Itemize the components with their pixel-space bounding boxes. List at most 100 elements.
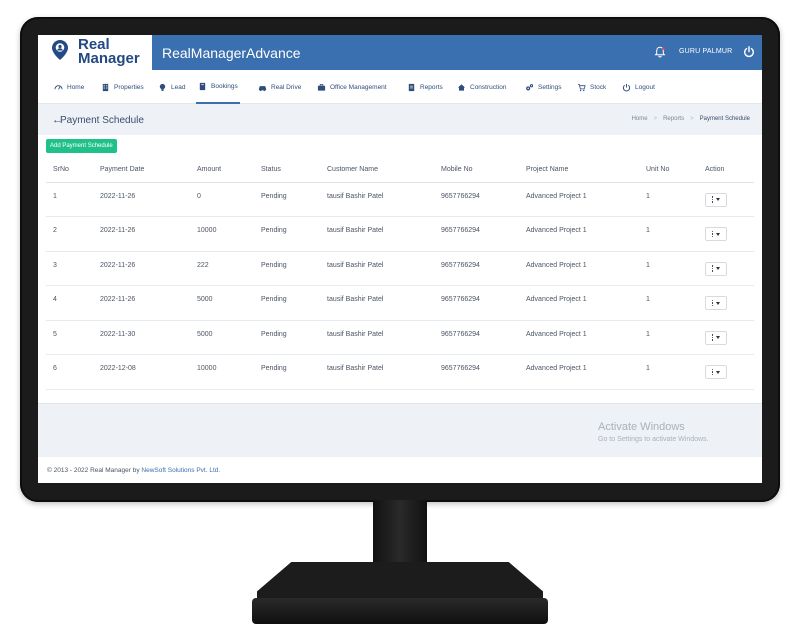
nav-item-properties[interactable]: Properties bbox=[99, 70, 146, 104]
copyright-label: © 2013 - 2022 Real Manager by bbox=[47, 467, 142, 474]
row-action-dropdown[interactable] bbox=[705, 227, 727, 241]
nav-item-logout[interactable]: Logout bbox=[620, 70, 657, 104]
cell-unit-no: 1 bbox=[639, 354, 698, 390]
home-icon bbox=[457, 83, 466, 91]
cell-status: Pending bbox=[254, 285, 320, 321]
nav-label: Real Drive bbox=[271, 83, 302, 91]
kebab-menu-icon bbox=[711, 196, 714, 203]
cell-srno: 1 bbox=[46, 182, 93, 217]
cell-customer-name: tausif Bashir Patel bbox=[320, 216, 434, 252]
nav-label: Office Management bbox=[330, 83, 387, 91]
cell-project-name: Advanced Project 1 bbox=[519, 285, 639, 321]
book-icon bbox=[199, 82, 206, 90]
monitor-stand-foot bbox=[252, 598, 548, 624]
payment-schedule-table: SrNo Payment Date Amount Status Customer… bbox=[46, 157, 754, 390]
cell-unit-no: 1 bbox=[639, 182, 698, 217]
breadcrumb-home[interactable]: Home bbox=[632, 116, 648, 122]
cell-srno: 3 bbox=[46, 251, 93, 286]
breadcrumb-current: Payment Schedule bbox=[699, 116, 750, 122]
cell-srno: 2 bbox=[46, 216, 93, 252]
caret-down-icon bbox=[716, 198, 721, 201]
add-payment-schedule-button[interactable]: Add Payment Schedule bbox=[46, 139, 117, 153]
column-header[interactable]: Project Name bbox=[519, 157, 639, 183]
monitor-stand-neck bbox=[373, 500, 427, 566]
nav-item-bookings[interactable]: Bookings bbox=[196, 70, 240, 104]
logo[interactable]: Real Manager bbox=[38, 35, 152, 70]
cell-payment-date: 2022-11-26 bbox=[93, 251, 190, 286]
car-icon bbox=[258, 85, 267, 91]
logo-line-2: Manager bbox=[78, 50, 140, 67]
nav-item-office-management[interactable]: Office Management bbox=[315, 70, 389, 104]
report-icon bbox=[408, 83, 415, 91]
row-action-dropdown[interactable] bbox=[705, 192, 727, 207]
activate-windows-title: Activate Windows bbox=[598, 421, 685, 433]
row-action-dropdown[interactable] bbox=[705, 365, 727, 379]
nav-item-home[interactable]: Home bbox=[52, 70, 86, 104]
cell-unit-no: 1 bbox=[639, 216, 698, 252]
cell-project-name: Advanced Project 1 bbox=[519, 216, 639, 252]
cell-action bbox=[698, 216, 754, 252]
row-action-dropdown[interactable] bbox=[705, 330, 727, 345]
screen: Real Manager RealManagerAdvance GURU PAL… bbox=[38, 35, 762, 483]
nav-label: Logout bbox=[635, 83, 655, 91]
column-header[interactable]: Status bbox=[254, 157, 320, 183]
cell-project-name: Advanced Project 1 bbox=[519, 251, 639, 286]
cell-project-name: Advanced Project 1 bbox=[519, 320, 639, 355]
cell-amount: 222 bbox=[190, 251, 254, 286]
nav-item-stock[interactable]: Stock bbox=[575, 70, 608, 104]
table-row: 5 2022-11-30 5000 Pending tausif Bashir … bbox=[46, 320, 754, 355]
company-link[interactable]: NewSoft Solutions Pvt. Ltd. bbox=[141, 467, 220, 474]
column-header[interactable]: Unit No bbox=[639, 157, 698, 183]
column-header[interactable]: SrNo bbox=[46, 157, 93, 183]
user-name[interactable]: GURU PALMUR bbox=[679, 48, 732, 55]
nav-label: Properties bbox=[114, 83, 144, 91]
breadcrumb-separator: > bbox=[653, 116, 658, 122]
nav-label: Reports bbox=[420, 83, 443, 91]
caret-down-icon bbox=[716, 370, 721, 374]
nav-item-reports[interactable]: Reports bbox=[405, 70, 445, 104]
dashboard-icon bbox=[54, 84, 63, 90]
cell-unit-no: 1 bbox=[639, 251, 698, 286]
caret-down-icon bbox=[716, 301, 721, 305]
kebab-menu-icon bbox=[711, 230, 714, 238]
cell-status: Pending bbox=[254, 354, 320, 390]
cell-action bbox=[698, 354, 754, 390]
footer: © 2013 - 2022 Real Manager by NewSoft So… bbox=[38, 457, 762, 483]
bell-icon[interactable] bbox=[654, 46, 666, 58]
row-action-dropdown[interactable] bbox=[705, 261, 727, 276]
kebab-menu-icon bbox=[711, 299, 714, 307]
column-header[interactable]: Amount bbox=[190, 157, 254, 183]
copyright-text: © 2013 - 2022 Real Manager by NewSoft So… bbox=[47, 467, 220, 474]
column-header[interactable]: Customer Name bbox=[320, 157, 434, 183]
cell-amount: 10000 bbox=[190, 354, 254, 390]
activate-windows-subtitle: Go to Settings to activate Windows. bbox=[598, 436, 709, 443]
row-action-dropdown[interactable] bbox=[705, 296, 727, 310]
power-icon[interactable] bbox=[743, 46, 755, 58]
cell-customer-name: tausif Bashir Patel bbox=[320, 285, 434, 321]
cell-action bbox=[698, 285, 754, 321]
cell-status: Pending bbox=[254, 251, 320, 286]
column-header[interactable]: Payment Date bbox=[93, 157, 190, 183]
nav-item-lead[interactable]: Lead bbox=[156, 70, 187, 104]
column-header[interactable]: Mobile No bbox=[434, 157, 519, 183]
briefcase-icon bbox=[317, 83, 326, 91]
nav-label: Lead bbox=[171, 83, 186, 91]
content-footer-area: Activate Windows Go to Settings to activ… bbox=[38, 403, 762, 457]
main-nav: Home Properties Lead Bookings Real Drive… bbox=[38, 70, 762, 104]
breadcrumb-reports[interactable]: Reports bbox=[663, 116, 684, 122]
cell-mobile-no: 9657766294 bbox=[434, 216, 519, 252]
cell-customer-name: tausif Bashir Patel bbox=[320, 182, 434, 217]
table-header-row: SrNo Payment Date Amount Status Customer… bbox=[46, 157, 754, 183]
cell-payment-date: 2022-12-08 bbox=[93, 354, 190, 390]
column-header: Action bbox=[698, 157, 754, 183]
cart-icon bbox=[577, 83, 586, 91]
cell-amount: 5000 bbox=[190, 320, 254, 355]
nav-item-real-drive[interactable]: Real Drive bbox=[256, 70, 303, 104]
cell-status: Pending bbox=[254, 216, 320, 252]
cell-customer-name: tausif Bashir Patel bbox=[320, 320, 434, 355]
nav-label: Bookings bbox=[211, 82, 238, 90]
nav-item-construction[interactable]: Construction bbox=[455, 70, 509, 104]
nav-item-settings[interactable]: Settings bbox=[523, 70, 564, 104]
kebab-menu-icon bbox=[711, 265, 714, 272]
table-row: 1 2022-11-26 0 Pending tausif Bashir Pat… bbox=[46, 182, 754, 217]
